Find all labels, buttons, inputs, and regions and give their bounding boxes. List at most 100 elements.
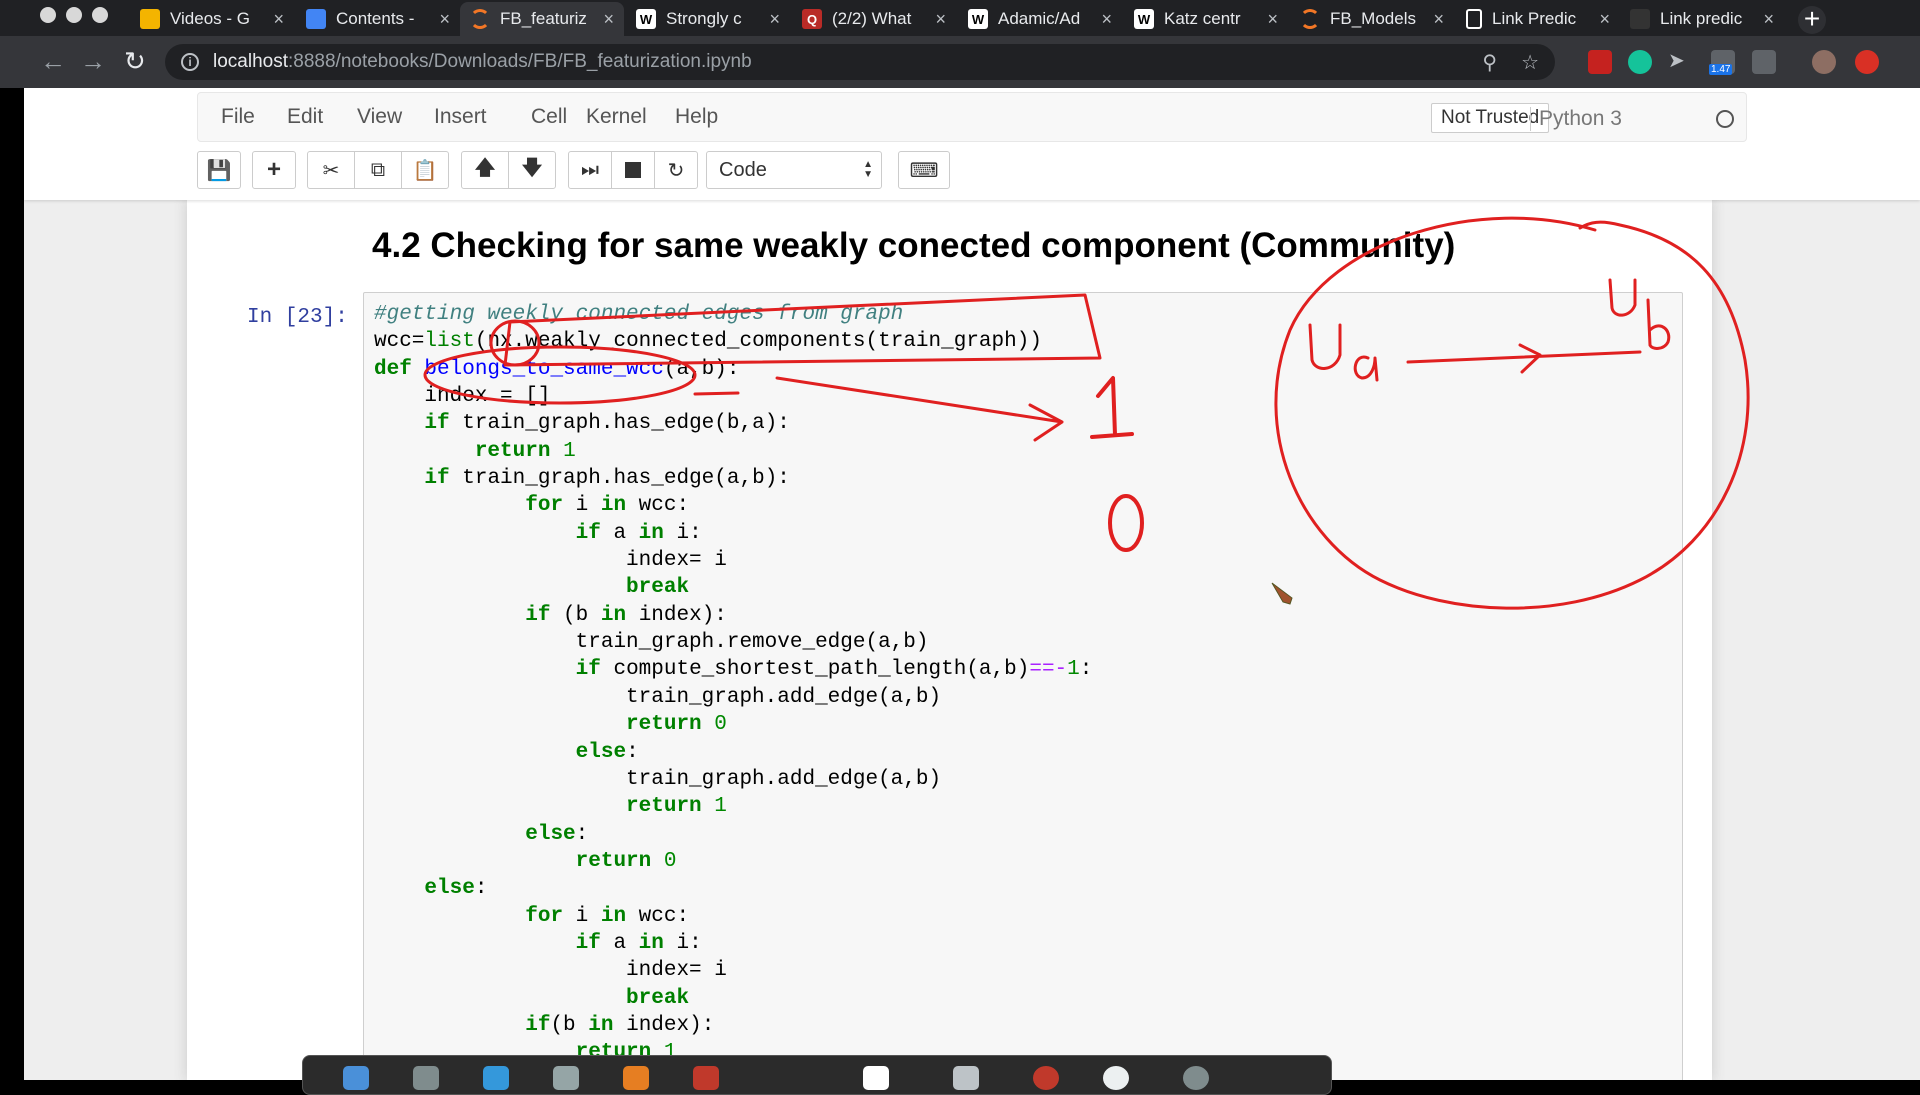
browser-tab[interactable]: Link Predic × bbox=[1456, 2, 1620, 36]
bookmark-star-icon[interactable]: ☆ bbox=[1521, 50, 1539, 75]
menu-help[interactable]: Help bbox=[675, 105, 718, 129]
save-icon: 💾 bbox=[206, 159, 232, 182]
window-close-dot[interactable] bbox=[40, 7, 56, 23]
paste-icon: 📋 bbox=[412, 159, 438, 182]
site-info-icon[interactable]: i bbox=[181, 53, 199, 71]
tab-close-icon[interactable]: × bbox=[1599, 9, 1610, 30]
code-line: index= i bbox=[374, 549, 727, 573]
cut-button[interactable]: ✂ bbox=[307, 151, 355, 189]
url-text[interactable]: localhost:8888/notebooks/Downloads/FB/FB… bbox=[213, 51, 1458, 73]
command-palette-button[interactable]: ⌨ bbox=[898, 151, 950, 189]
app-icon[interactable] bbox=[953, 1066, 979, 1090]
app-icon[interactable] bbox=[693, 1066, 719, 1090]
code-editor[interactable]: #getting weekly connected edges from gra… bbox=[374, 301, 1092, 1067]
app-icon[interactable] bbox=[483, 1066, 509, 1090]
code-line: return 0 bbox=[626, 713, 727, 737]
tab-title: Contents - bbox=[336, 9, 415, 28]
tab-close-icon[interactable]: × bbox=[1267, 9, 1278, 30]
zoom-icon[interactable]: ⚲ bbox=[1482, 50, 1497, 75]
jupyter-header: File Edit View Insert Cell Kernel Help N… bbox=[24, 88, 1920, 200]
browser-tab[interactable]: Videos - G × bbox=[130, 2, 294, 36]
stop-icon bbox=[625, 162, 641, 178]
finder-icon[interactable] bbox=[343, 1066, 369, 1090]
run-button[interactable]: ⏭ bbox=[568, 151, 612, 189]
window-zoom-dot[interactable] bbox=[92, 7, 108, 23]
reload-icon[interactable]: ↻ bbox=[124, 46, 146, 77]
gmail-extension-icon[interactable] bbox=[1588, 50, 1612, 74]
tab-close-icon[interactable]: × bbox=[1763, 9, 1774, 30]
cell-type-value: Code bbox=[719, 159, 767, 181]
interrupt-button[interactable] bbox=[611, 151, 655, 189]
code-cell-input[interactable]: #getting weekly connected edges from gra… bbox=[363, 292, 1683, 1080]
app-icon[interactable] bbox=[1103, 1066, 1129, 1090]
forward-icon[interactable]: → bbox=[80, 46, 106, 77]
keyboard-icon: ⌨ bbox=[909, 159, 939, 182]
tab-close-icon[interactable]: × bbox=[769, 9, 780, 30]
save-button[interactable]: 💾 bbox=[197, 151, 241, 189]
url-path: :8888/notebooks/Downloads/FB/FB_featuriz… bbox=[288, 51, 752, 72]
menu-file[interactable]: File bbox=[221, 105, 255, 129]
code-line: for i in wcc: bbox=[525, 494, 690, 518]
code-line: for i in wcc: bbox=[525, 904, 690, 928]
tab-close-icon[interactable]: × bbox=[273, 9, 284, 30]
profile-avatar[interactable] bbox=[1812, 50, 1836, 74]
share-extension-icon[interactable]: ➤ bbox=[1668, 50, 1692, 74]
restart-icon: ↻ bbox=[667, 159, 685, 182]
tab-close-icon[interactable]: × bbox=[935, 9, 946, 30]
code-line: else: bbox=[575, 740, 639, 764]
tab-close-icon[interactable]: × bbox=[1101, 9, 1112, 30]
tab-title: FB_Models bbox=[1330, 9, 1416, 28]
system-preferences-icon[interactable] bbox=[1183, 1066, 1209, 1090]
menu-insert[interactable]: Insert bbox=[434, 105, 487, 129]
facebook-extension-icon[interactable] bbox=[1752, 50, 1776, 74]
tab-title: Link Predic bbox=[1492, 9, 1577, 28]
new-tab-button[interactable]: + bbox=[1798, 5, 1826, 34]
grammarly-extension-icon[interactable] bbox=[1628, 50, 1652, 74]
browser-tab[interactable]: Contents - × bbox=[296, 2, 460, 36]
browser-tab[interactable]: W Adamic/Ad × bbox=[958, 2, 1122, 36]
browser-tab[interactable]: FB_Models × bbox=[1290, 2, 1454, 36]
insert-cell-button[interactable]: + bbox=[252, 151, 296, 189]
code-line: train_graph.add_edge(a,b) bbox=[374, 685, 942, 709]
jupyter-page: File Edit View Insert Cell Kernel Help N… bbox=[24, 88, 1920, 1080]
code-line: def belongs_to_same_wcc(a,b): bbox=[374, 357, 740, 381]
menu-view[interactable]: View bbox=[357, 105, 402, 129]
browser-tab[interactable]: FB_featuriz × bbox=[460, 2, 624, 36]
copy-icon: ⧉ bbox=[370, 158, 386, 181]
move-down-button[interactable]: 🡇 bbox=[508, 151, 556, 189]
browser-tab[interactable]: Link predic × bbox=[1620, 2, 1784, 36]
browser-tab[interactable]: Q (2/2) What × bbox=[792, 2, 956, 36]
app-icon[interactable] bbox=[863, 1066, 889, 1090]
address-bar[interactable]: i localhost:8888/notebooks/Downloads/FB/… bbox=[165, 44, 1555, 80]
jupyter-icon bbox=[1300, 9, 1320, 29]
code-line: train_graph.add_edge(a,b) bbox=[374, 767, 942, 791]
move-up-button[interactable]: 🡅 bbox=[461, 151, 509, 189]
section-heading: 4.2 Checking for same weakly conected co… bbox=[372, 226, 1456, 265]
tab-close-icon[interactable]: × bbox=[439, 9, 450, 30]
code-line: if compute_shortest_path_length(a,b)==-1… bbox=[575, 658, 1093, 682]
scissors-icon: ✂ bbox=[322, 159, 340, 182]
app-icon[interactable] bbox=[623, 1066, 649, 1090]
update-alert-icon[interactable] bbox=[1855, 50, 1879, 74]
tab-close-icon[interactable]: × bbox=[1433, 9, 1444, 30]
app-icon[interactable] bbox=[413, 1066, 439, 1090]
menu-edit[interactable]: Edit bbox=[287, 105, 323, 129]
code-line: if a in i: bbox=[575, 521, 702, 545]
document-icon bbox=[1466, 9, 1482, 29]
extension-with-badge-icon[interactable]: 1.47 bbox=[1709, 50, 1735, 75]
restart-button[interactable]: ↻ bbox=[654, 151, 698, 189]
window-minimize-dot[interactable] bbox=[66, 7, 82, 23]
browser-tab[interactable]: W Katz centr × bbox=[1124, 2, 1288, 36]
app-icon[interactable] bbox=[553, 1066, 579, 1090]
copy-button[interactable]: ⧉ bbox=[354, 151, 402, 189]
cell-type-select[interactable]: Code ▲ ▼ bbox=[706, 151, 882, 189]
browser-tab[interactable]: W Strongly c × bbox=[626, 2, 790, 36]
tab-close-icon[interactable]: × bbox=[603, 9, 614, 30]
back-icon[interactable]: ← bbox=[40, 46, 66, 77]
browser-tab-strip: Videos - G × Contents - × FB_featuriz × W Stron… bbox=[0, 0, 1920, 36]
menu-kernel[interactable]: Kernel bbox=[586, 105, 647, 129]
step-forward-icon: ⏭ bbox=[581, 158, 599, 181]
paste-button[interactable]: 📋 bbox=[401, 151, 449, 189]
menu-cell[interactable]: Cell bbox=[531, 105, 567, 129]
app-icon[interactable] bbox=[1033, 1066, 1059, 1090]
